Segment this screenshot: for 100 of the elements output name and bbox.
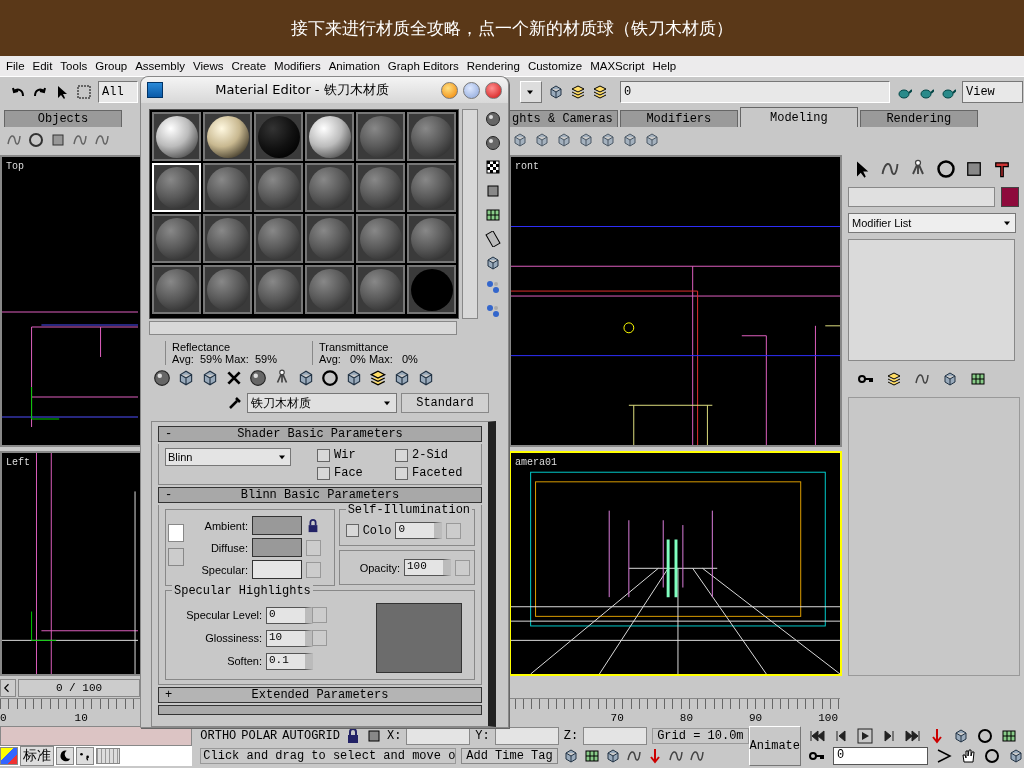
prev-icon[interactable]	[833, 728, 849, 744]
horizontal-scrollbar[interactable]	[149, 321, 457, 335]
hand-icon[interactable]	[960, 748, 976, 764]
circle-icon[interactable]	[321, 369, 339, 387]
layer-dropdown[interactable]: 0	[620, 81, 890, 103]
box-icon[interactable]	[297, 369, 315, 387]
tab[interactable]: Rendering	[859, 110, 978, 127]
box-icon[interactable]	[622, 132, 638, 148]
modifier-list-dropdown[interactable]: Modifier List	[848, 213, 1016, 233]
tab[interactable]: ghts & Cameras	[507, 110, 618, 127]
box-icon[interactable]	[953, 728, 969, 744]
layers-icon[interactable]	[886, 371, 902, 387]
current-frame-field[interactable]: 0	[833, 747, 928, 765]
box-icon[interactable]	[393, 369, 411, 387]
box-icon[interactable]	[644, 132, 660, 148]
menu-item[interactable]: File	[2, 60, 29, 72]
curve-icon[interactable]	[94, 132, 110, 148]
menu-item[interactable]: Customize	[523, 60, 587, 72]
selection-filter-dropdown[interactable]: All	[98, 81, 138, 103]
grid-icon[interactable]	[485, 207, 501, 223]
ime-mode-button[interactable]: 标准	[20, 746, 54, 766]
menu-item[interactable]: Rendering	[462, 60, 524, 72]
reference-coordinate-field[interactable]: View	[962, 81, 1023, 103]
map-lock-button[interactable]	[168, 524, 184, 542]
dots-icon[interactable]	[485, 279, 501, 295]
moon-icon[interactable]	[58, 749, 72, 763]
box-icon[interactable]	[578, 132, 594, 148]
animate-button[interactable]: Animate	[748, 726, 801, 766]
arrow-icon[interactable]	[929, 728, 945, 744]
rollout-header[interactable]: - Blinn Basic Parameters	[158, 487, 482, 503]
circle-icon[interactable]	[984, 748, 1000, 764]
box-icon[interactable]	[345, 369, 363, 387]
rollout-header[interactable]: + Extended Parameters	[158, 687, 482, 703]
menu-item[interactable]: Edit	[28, 60, 57, 72]
curve-icon[interactable]	[625, 748, 642, 764]
box-icon[interactable]	[604, 748, 621, 764]
curve-icon[interactable]	[914, 371, 930, 387]
menu-item[interactable]: Graph Editors	[383, 60, 463, 72]
last-icon[interactable]	[905, 728, 921, 744]
material-sample-slot[interactable]	[203, 112, 252, 161]
dropdown-button[interactable]	[520, 81, 542, 103]
curve-icon[interactable]	[667, 748, 684, 764]
snap-toggle[interactable]: AUTOGRID	[282, 729, 340, 743]
layers-icon[interactable]	[592, 84, 608, 100]
checkbox[interactable]	[395, 466, 408, 480]
box-icon[interactable]	[512, 132, 528, 148]
box-icon[interactable]	[556, 132, 572, 148]
spinner-field[interactable]: 0	[395, 522, 443, 539]
tab[interactable]: Objects	[4, 110, 122, 127]
box-icon[interactable]	[562, 748, 579, 764]
circle-icon[interactable]	[28, 132, 44, 148]
next-icon[interactable]	[881, 728, 897, 744]
checker-icon[interactable]	[485, 159, 501, 175]
box-icon[interactable]	[1008, 748, 1024, 764]
circle-icon[interactable]	[936, 159, 956, 179]
vertical-scrollbar[interactable]	[462, 109, 478, 319]
menu-item[interactable]: Views	[189, 60, 228, 72]
menu-item[interactable]: Group	[91, 60, 132, 72]
spinner-field[interactable]: 10	[266, 629, 313, 647]
coordinate-field[interactable]	[494, 727, 559, 745]
eyedropper-icon[interactable]	[227, 395, 243, 411]
modifier-stack-list[interactable]	[848, 239, 1015, 361]
checkbox[interactable]	[345, 524, 359, 537]
color-swatch[interactable]	[252, 538, 302, 557]
layers-icon[interactable]	[570, 84, 586, 100]
grid-icon[interactable]	[1001, 728, 1017, 744]
circle-icon[interactable]	[977, 728, 993, 744]
material-type-button[interactable]: Standard	[401, 393, 489, 413]
menu-item[interactable]: Assembly	[131, 60, 190, 72]
box-icon[interactable]	[548, 84, 564, 100]
sphere-icon[interactable]	[153, 369, 171, 387]
checkbox[interactable]	[395, 448, 408, 462]
cross-icon[interactable]	[225, 369, 243, 387]
material-name-dropdown[interactable]: 铁刀木材质	[247, 393, 397, 413]
checkbox[interactable]	[317, 466, 330, 480]
curve-icon[interactable]	[688, 748, 705, 764]
snap-toggle[interactable]: ORTHO	[200, 729, 237, 743]
color-swatch[interactable]	[252, 560, 302, 579]
layers-icon[interactable]	[369, 369, 387, 387]
sphere-icon[interactable]	[485, 111, 501, 127]
minimize-button[interactable]	[441, 81, 458, 99]
sphere-icon[interactable]	[249, 369, 267, 387]
box-icon[interactable]	[534, 132, 550, 148]
square-icon[interactable]	[485, 183, 501, 199]
square-icon[interactable]	[964, 159, 984, 179]
object-name-field[interactable]	[848, 187, 995, 207]
dots-icon[interactable]	[485, 303, 501, 319]
curve-icon[interactable]	[6, 132, 22, 148]
box-icon[interactable]	[942, 371, 958, 387]
box-icon[interactable]	[600, 132, 616, 148]
menu-item[interactable]: Animation	[324, 60, 384, 72]
box-icon[interactable]	[485, 255, 501, 271]
close-button[interactable]	[485, 81, 502, 99]
menu-item[interactable]: Tools	[56, 60, 92, 72]
listener-field[interactable]	[0, 726, 193, 746]
coordinate-field[interactable]	[583, 727, 648, 745]
spinner-field[interactable]: 0	[266, 606, 313, 624]
grid-icon[interactable]	[970, 371, 986, 387]
box-icon[interactable]	[417, 369, 435, 387]
object-color-swatch[interactable]	[1001, 187, 1019, 207]
